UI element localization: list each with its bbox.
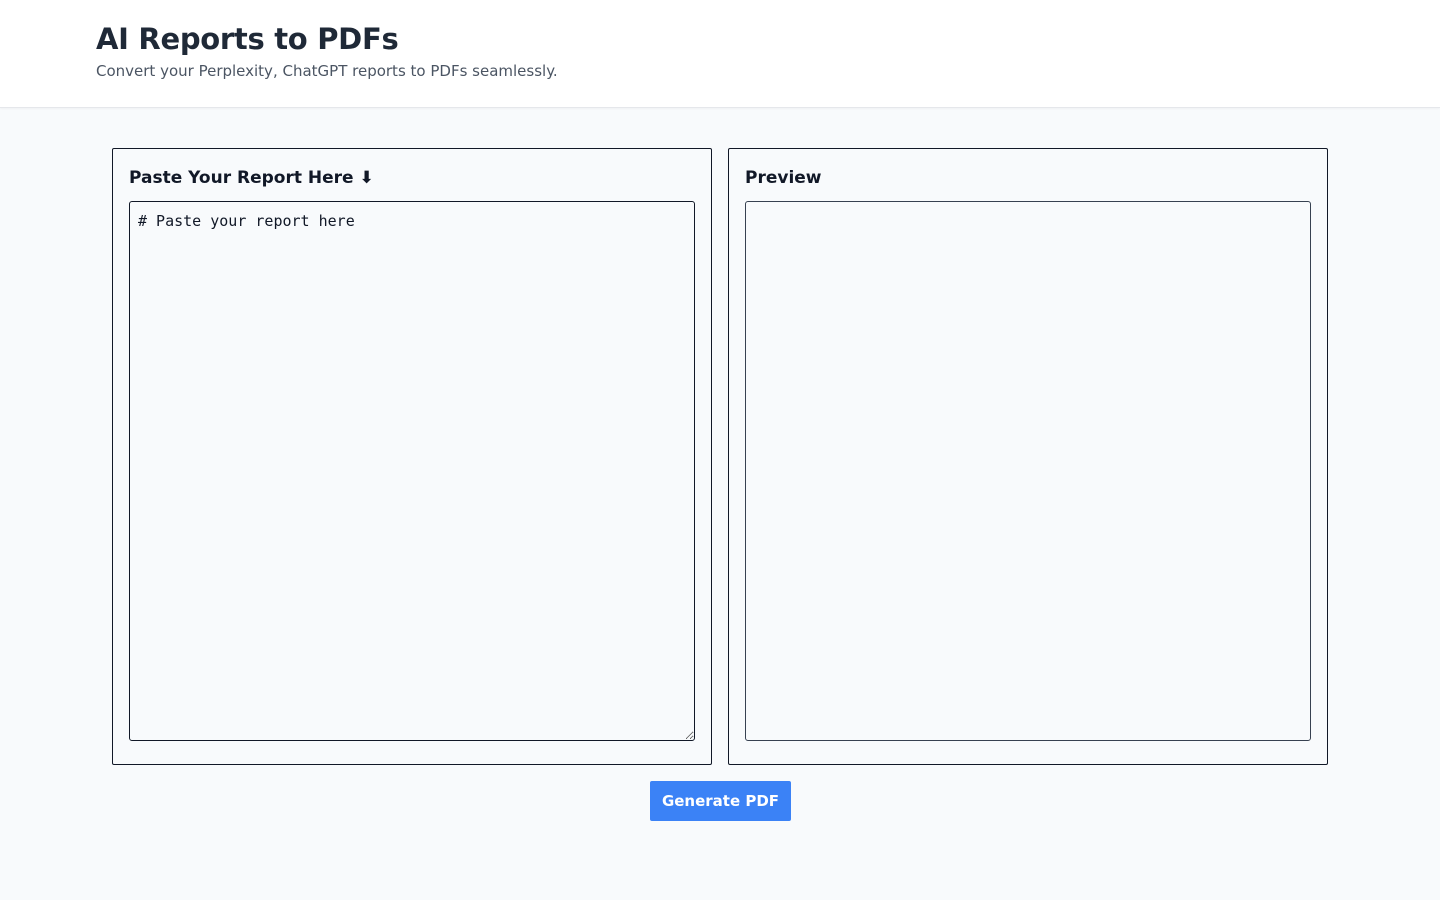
editor-panel-title: Paste Your Report Here ⬇ (129, 168, 374, 188)
app-subtitle: Convert your Perplexity, ChatGPT reports… (96, 62, 558, 80)
generate-pdf-button[interactable]: Generate PDF (650, 781, 791, 821)
report-input[interactable]: # Paste your report here (129, 201, 695, 741)
editor-panel: Paste Your Report Here ⬇ # Paste your re… (112, 148, 712, 765)
app-title: AI Reports to PDFs (96, 22, 399, 56)
preview-panel: Preview (728, 148, 1328, 765)
preview-area[interactable] (745, 201, 1311, 741)
preview-panel-title: Preview (745, 168, 822, 188)
page-header: AI Reports to PDFs Convert your Perplexi… (0, 0, 1440, 108)
